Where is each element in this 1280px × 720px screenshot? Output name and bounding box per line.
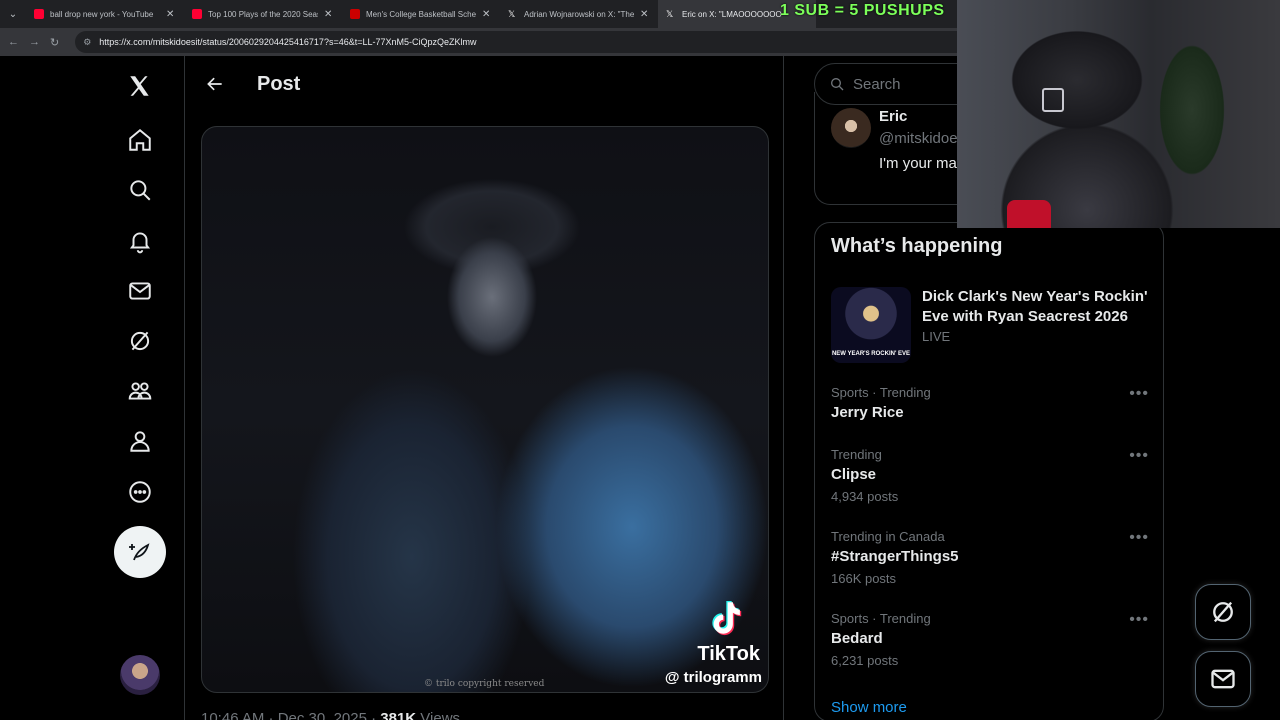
trend-meta: Sports · Trending <box>831 611 931 626</box>
post-header: Post <box>185 56 783 112</box>
site-info-icon[interactable]: ⚙ <box>83 37 91 48</box>
youtube-icon <box>192 9 202 19</box>
author-name[interactable]: Eric <box>879 108 907 125</box>
home-icon[interactable] <box>115 120 165 160</box>
close-icon[interactable]: ✕ <box>640 9 650 20</box>
account-avatar[interactable] <box>120 655 160 695</box>
trend-name: #StrangerThings5 <box>831 548 959 565</box>
explore-search-icon[interactable] <box>115 170 165 210</box>
trend-count: 6,231 posts <box>831 653 899 668</box>
tiktok-handle: @ trilogramm <box>664 669 762 686</box>
notifications-bell-icon[interactable] <box>115 221 165 261</box>
trend-count: 4,934 posts <box>831 489 899 504</box>
search-placeholder: Search <box>853 75 901 93</box>
grok-icon[interactable] <box>115 321 165 361</box>
trend-item[interactable]: Sports · Trending Jerry Rice ••• <box>831 385 1151 421</box>
more-dots-icon[interactable]: ••• <box>1129 611 1149 629</box>
section-title: What’s happening <box>831 235 1003 257</box>
messages-floating-button[interactable] <box>1195 651 1251 707</box>
trend-meta: Trending <box>831 447 882 462</box>
event-thumbnail: NEW YEAR'S ROCKIN' EVE <box>831 287 911 363</box>
tab-search-button[interactable]: ⌄ <box>0 0 26 28</box>
trend-item[interactable]: Sports · Trending Bedard 6,231 posts ••• <box>831 611 1151 668</box>
feather-plus-icon <box>129 543 150 561</box>
trend-name: Jerry Rice <box>831 404 904 421</box>
tiktok-icon <box>712 600 742 636</box>
grok-icon <box>1213 601 1233 623</box>
browser-tab[interactable]: Top 100 Plays of the 2020 Season ✕ <box>184 0 342 28</box>
back-arrow-button[interactable] <box>203 72 227 96</box>
tab-title: Adrian Wojnarowski on X: "The <box>524 9 634 19</box>
x-icon: 𝕏 <box>666 9 674 19</box>
messages-envelope-icon[interactable] <box>115 271 165 311</box>
more-circle-icon[interactable] <box>115 472 165 512</box>
trend-name: Bedard <box>831 630 883 647</box>
more-dots-icon[interactable]: ••• <box>1129 385 1149 403</box>
espn-icon <box>350 9 360 19</box>
trend-meta: Sports · Trending <box>831 385 931 400</box>
whats-happening-panel: What’s happening NEW YEAR'S ROCKIN' EVE … <box>814 222 1164 720</box>
page-title: Post <box>257 72 301 95</box>
event-title: Dick Clark's New Year's Rockin' Eve with… <box>922 288 1148 325</box>
profile-person-icon[interactable] <box>115 421 165 461</box>
left-nav <box>95 56 185 720</box>
sub-banner: 1 SUB = 5 PUSHUPS <box>780 2 945 19</box>
cap-logo <box>1042 88 1064 112</box>
tab-title: ball drop new york - YouTube <box>50 9 154 19</box>
views-count: 381K <box>380 710 417 720</box>
trend-count: 166K posts <box>831 571 897 586</box>
trend-name: Clipse <box>831 466 877 483</box>
browser-tab[interactable]: 𝕏 Adrian Wojnarowski on X: "The ✕ <box>500 0 658 28</box>
views-label: Views <box>416 710 461 720</box>
forward-arrow-icon[interactable]: → <box>29 36 40 48</box>
live-badge: LIVE <box>922 329 951 344</box>
post-time[interactable]: 10:46 AM · Dec 30, 2025 · <box>201 710 380 720</box>
close-icon[interactable]: ✕ <box>166 9 176 20</box>
x-logo-icon[interactable] <box>115 66 165 106</box>
post-video[interactable]: TikTok @ trilogramm © trilo copyright re… <box>201 126 769 693</box>
close-icon[interactable]: ✕ <box>324 9 334 20</box>
url-text: https://x.com/mitskidoesit/status/200602… <box>99 37 477 47</box>
compose-post-button[interactable] <box>114 526 166 578</box>
back-arrow-icon[interactable]: ← <box>8 36 19 48</box>
avatar[interactable] <box>831 108 871 148</box>
browser-tab[interactable]: Men's College Basketball Schedule ✕ <box>342 0 500 28</box>
more-dots-icon[interactable]: ••• <box>1129 447 1149 465</box>
close-icon[interactable]: ✕ <box>482 9 492 20</box>
shirt <box>1007 200 1051 228</box>
tab-title: Men's College Basketball Schedule <box>366 9 476 19</box>
browser-tab[interactable]: ball drop new york - YouTube ✕ <box>26 0 184 28</box>
trending-event[interactable]: NEW YEAR'S ROCKIN' EVE Dick Clark's New … <box>831 285 1151 365</box>
post-timestamp: 10:46 AM · Dec 30, 2025 · 381K Views <box>201 710 460 720</box>
grok-floating-button[interactable] <box>1195 584 1251 640</box>
envelope-icon <box>1211 669 1235 689</box>
show-more-link[interactable]: Show more <box>831 699 907 716</box>
post-column: Post TikTok @ trilogramm © trilo copyrig… <box>184 56 784 720</box>
event-thumbnail-caption: NEW YEAR'S ROCKIN' EVE <box>831 351 911 357</box>
communities-icon[interactable] <box>115 371 165 411</box>
trend-item[interactable]: Trending in Canada #StrangerThings5 166K… <box>831 529 1151 586</box>
search-icon <box>831 78 844 91</box>
back-arrow-icon <box>207 77 222 91</box>
reload-icon[interactable]: ↻ <box>50 36 59 49</box>
webcam-overlay <box>957 0 1280 228</box>
video-watermark: © trilo copyright reserved <box>424 679 545 689</box>
trend-item[interactable]: Trending Clipse 4,934 posts ••• <box>831 447 1151 504</box>
x-icon: 𝕏 <box>508 9 516 19</box>
tiktok-wordmark: TikTok <box>697 643 760 665</box>
youtube-icon <box>34 9 44 19</box>
trend-meta: Trending in Canada <box>831 529 945 544</box>
more-dots-icon[interactable]: ••• <box>1129 529 1149 547</box>
tab-title: Top 100 Plays of the 2020 Season <box>208 9 318 19</box>
